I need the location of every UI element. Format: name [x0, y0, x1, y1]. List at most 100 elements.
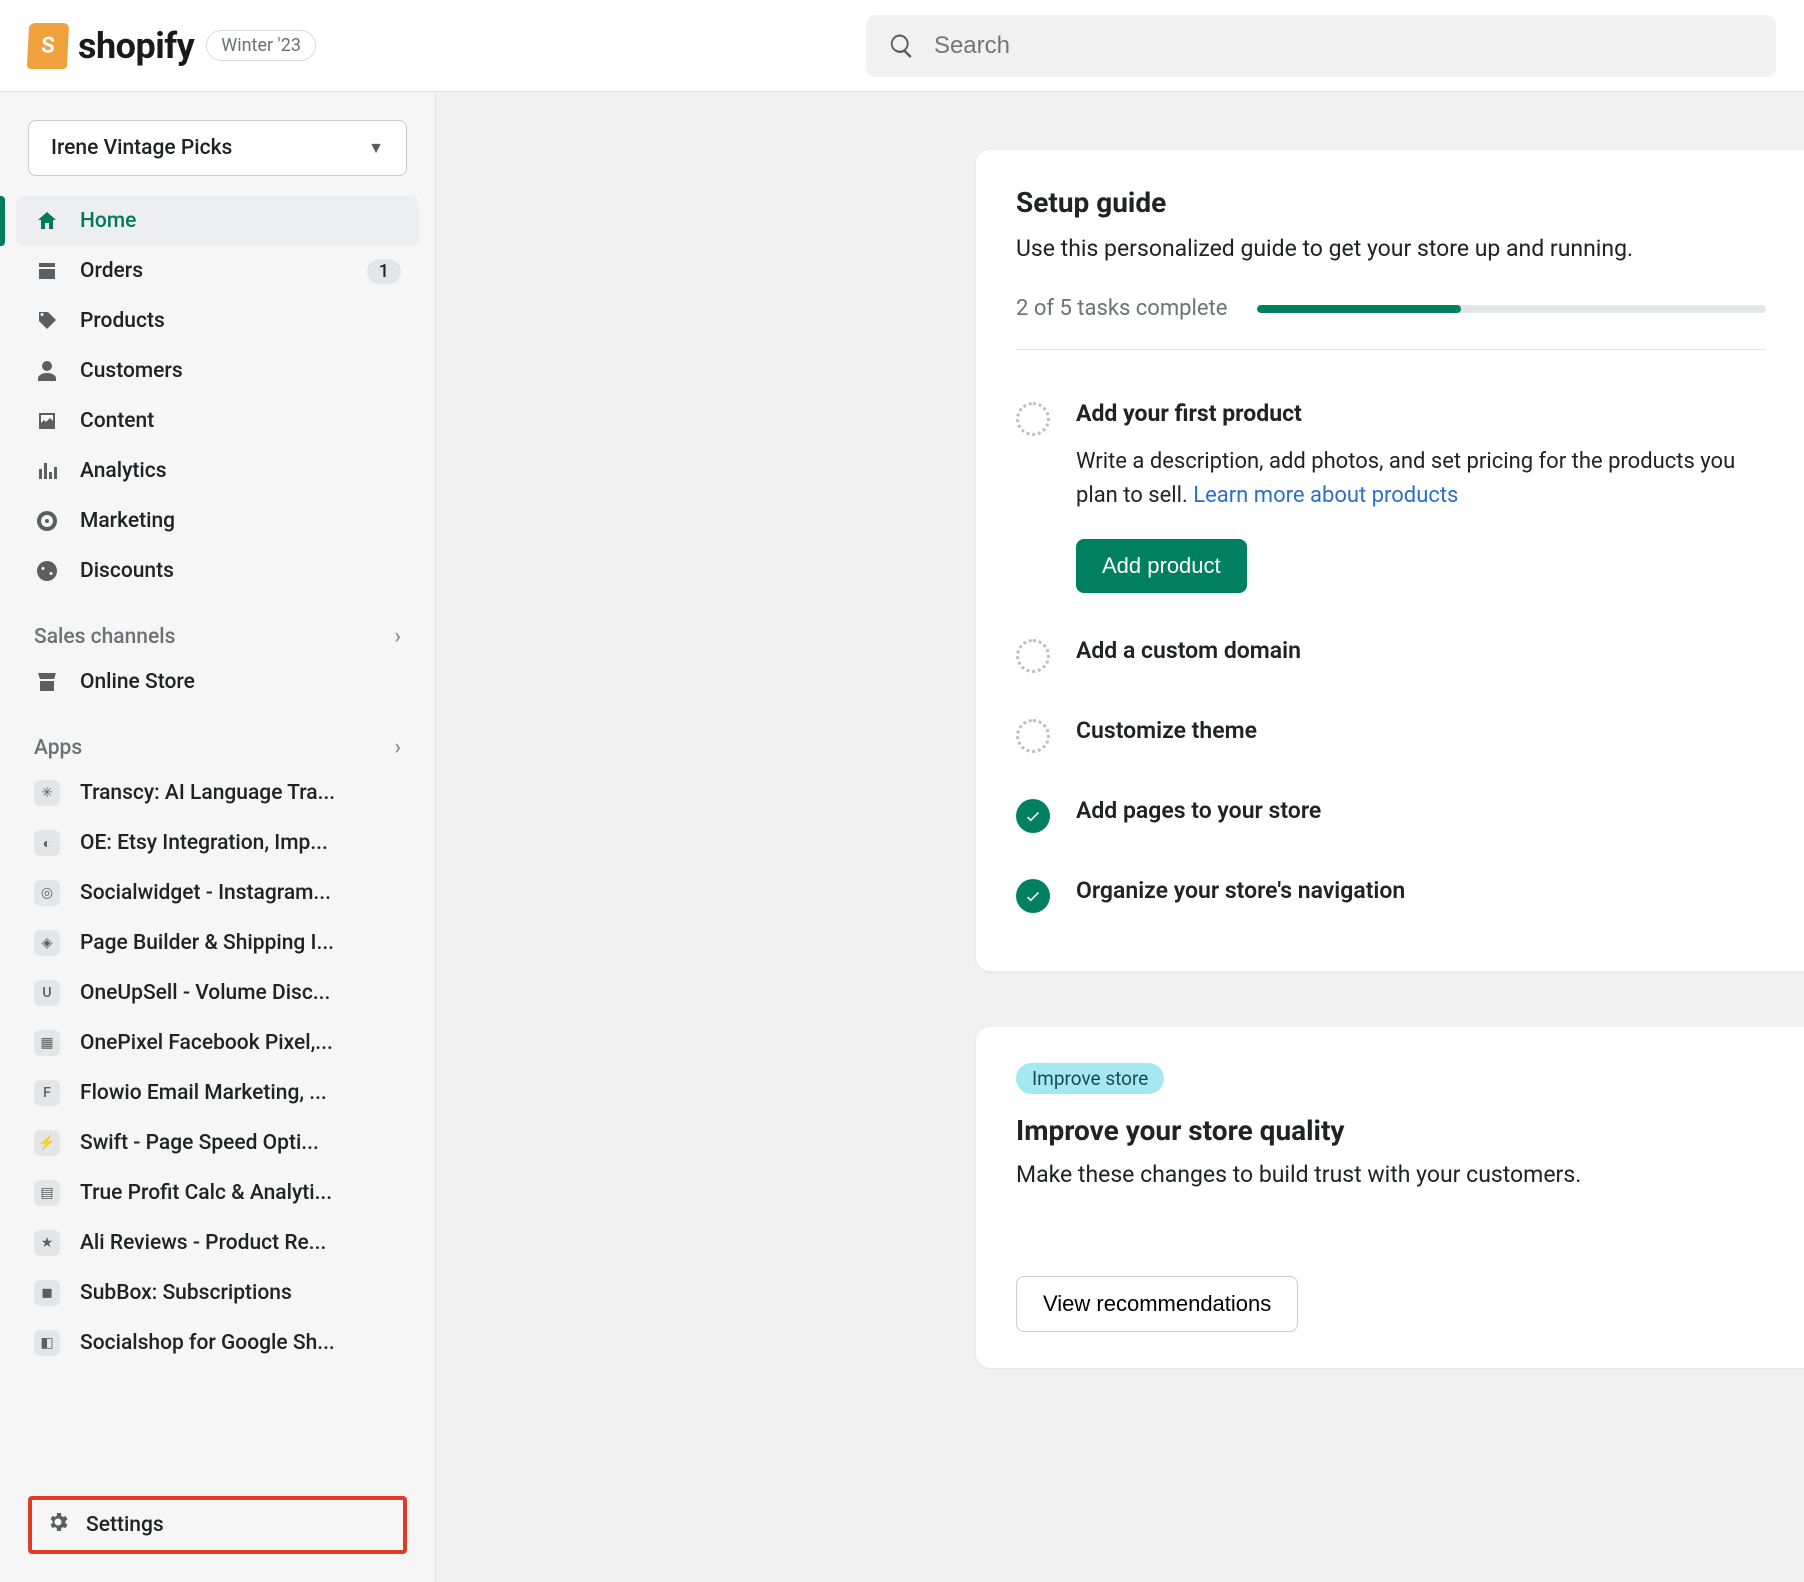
chevron-right-icon: › — [394, 735, 401, 760]
nav-item-home[interactable]: Home — [16, 196, 419, 246]
search-icon — [888, 32, 916, 60]
app-item[interactable]: U OneUpSell - Volume Disc... — [16, 968, 419, 1018]
app-label: Swift - Page Speed Opti... — [80, 1131, 401, 1155]
nav-label: Content — [80, 409, 401, 433]
task-title: Organize your store's navigation — [1076, 877, 1766, 904]
app-icon: ★ — [34, 1230, 60, 1256]
nav-item-customers[interactable]: Customers — [16, 346, 419, 396]
app-label: Transcy: AI Language Tra... — [80, 781, 401, 805]
marketing-icon — [34, 508, 60, 534]
app-icon: ◼ — [34, 1280, 60, 1306]
setup-task-customize-theme[interactable]: Customize theme — [1016, 695, 1766, 775]
nav-label: Online Store — [80, 670, 401, 694]
store-selector[interactable]: Irene Vintage Picks ▼ — [28, 120, 407, 176]
task-description: Write a description, add photos, and set… — [1076, 445, 1766, 513]
search-container — [866, 15, 1776, 77]
app-item[interactable]: ◎Socialwidget - Instagram... — [16, 868, 419, 918]
brand-name: shopify — [78, 25, 194, 67]
learn-more-link[interactable]: Learn more about products — [1193, 483, 1458, 508]
app-label: Ali Reviews - Product Re... — [80, 1231, 401, 1255]
nav-item-analytics[interactable]: Analytics — [16, 446, 419, 496]
discounts-icon — [34, 558, 60, 584]
app-item[interactable]: ◐OE: Etsy Integration, Imp... — [16, 818, 419, 868]
nav-section-apps[interactable]: Apps › — [0, 735, 435, 768]
app-icon: ◐ — [34, 830, 60, 856]
app-item[interactable]: ★ Ali Reviews - Product Re... — [16, 1218, 419, 1268]
nav-item-online-store[interactable]: Online Store — [16, 657, 419, 707]
setup-task-add-pages[interactable]: Add pages to your store — [1016, 775, 1766, 855]
layout-body: Irene Vintage Picks ▼ Home Orders 1 Prod… — [0, 92, 1804, 1582]
nav-item-settings[interactable]: Settings — [28, 1496, 407, 1554]
nav-item-products[interactable]: Products — [16, 296, 419, 346]
app-item[interactable]: ✳Transcy: AI Language Tra... — [16, 768, 419, 818]
chevron-right-icon: › — [394, 624, 401, 649]
products-icon — [34, 308, 60, 334]
setup-guide-card: Setup guide Use this personalized guide … — [976, 150, 1804, 971]
task-done-icon — [1016, 879, 1050, 913]
nav-label: Customers — [80, 359, 401, 383]
progress-bar — [1257, 305, 1766, 313]
setup-task-custom-domain[interactable]: Add a custom domain — [1016, 615, 1766, 695]
app-item[interactable]: ▦OnePixel Facebook Pixel,... — [16, 1018, 419, 1068]
apps-label: Apps — [34, 736, 82, 760]
app-label: SubBox: Subscriptions — [80, 1281, 401, 1305]
chevron-down-icon: ▼ — [368, 138, 384, 158]
improve-title: Improve your store quality — [1016, 1114, 1766, 1147]
app-item[interactable]: ⚡ Swift - Page Speed Opti... — [16, 1118, 419, 1168]
store-icon — [34, 669, 60, 695]
app-label: True Profit Calc & Analyti... — [80, 1181, 401, 1205]
search-input[interactable] — [934, 32, 1754, 60]
app-icon: ⚡ — [34, 1130, 60, 1156]
task-title: Add pages to your store — [1076, 797, 1766, 824]
app-item[interactable]: FFlowio Email Marketing, ... — [16, 1068, 419, 1118]
nav-item-discounts[interactable]: Discounts — [16, 546, 419, 596]
app-icon: ◧ — [34, 1330, 60, 1356]
nav-label: Marketing — [80, 509, 401, 533]
content-icon — [34, 408, 60, 434]
add-product-button[interactable]: Add product — [1076, 539, 1247, 593]
sales-channels-label: Sales channels — [34, 625, 175, 649]
improve-store-card: Improve store Improve your store quality… — [976, 1027, 1804, 1368]
setup-guide-subtitle: Use this personalized guide to get your … — [1016, 235, 1766, 262]
app-label: Socialshop for Google Sh... — [80, 1331, 401, 1355]
app-icon: ▤ — [34, 1180, 60, 1206]
app-label: Flowio Email Marketing, ... — [80, 1081, 401, 1105]
nav-label: Home — [80, 209, 401, 233]
nav-item-content[interactable]: Content — [16, 396, 419, 446]
app-item[interactable]: ◼ SubBox: Subscriptions — [16, 1268, 419, 1318]
settings-label: Settings — [86, 1513, 164, 1537]
app-icon: U — [34, 980, 60, 1006]
task-title: Add your first product — [1076, 400, 1766, 427]
nav-label: Discounts — [80, 559, 401, 583]
improve-badge: Improve store — [1016, 1063, 1164, 1094]
app-label: OnePixel Facebook Pixel,... — [80, 1031, 401, 1055]
app-label: Socialwidget - Instagram... — [80, 881, 401, 905]
task-status-icon — [1016, 639, 1050, 673]
app-item[interactable]: ▤ True Profit Calc & Analyti... — [16, 1168, 419, 1218]
nav-label: Orders — [80, 259, 347, 283]
nav-item-orders[interactable]: Orders 1 — [16, 246, 419, 296]
orders-icon — [34, 258, 60, 284]
view-recommendations-button[interactable]: View recommendations — [1016, 1276, 1298, 1332]
brand-logo[interactable]: shopify — [28, 23, 194, 69]
setup-guide-title: Setup guide — [1016, 186, 1766, 219]
winter-badge[interactable]: Winter '23 — [206, 30, 316, 61]
task-title: Add a custom domain — [1076, 637, 1766, 664]
task-status-icon — [1016, 402, 1050, 436]
nav-label: Analytics — [80, 459, 401, 483]
progress-text: 2 of 5 tasks complete — [1016, 296, 1227, 321]
task-title: Customize theme — [1076, 717, 1766, 744]
nav-item-marketing[interactable]: Marketing — [16, 496, 419, 546]
app-label: OneUpSell - Volume Disc... — [80, 981, 401, 1005]
customers-icon — [34, 358, 60, 384]
search-box[interactable] — [866, 15, 1776, 77]
app-item[interactable]: ◈Page Builder & Shipping I... — [16, 918, 419, 968]
orders-badge: 1 — [367, 259, 401, 284]
top-header: shopify Winter '23 — [0, 0, 1804, 92]
app-item[interactable]: ◧ Socialshop for Google Sh... — [16, 1318, 419, 1368]
setup-task-organize-nav[interactable]: Organize your store's navigation — [1016, 855, 1766, 935]
setup-task-add-product[interactable]: Add your first product Write a descripti… — [1016, 378, 1766, 615]
nav-section-sales-channels[interactable]: Sales channels › — [0, 624, 435, 657]
sidebar: Irene Vintage Picks ▼ Home Orders 1 Prod… — [0, 92, 436, 1582]
store-name: Irene Vintage Picks — [51, 136, 232, 160]
